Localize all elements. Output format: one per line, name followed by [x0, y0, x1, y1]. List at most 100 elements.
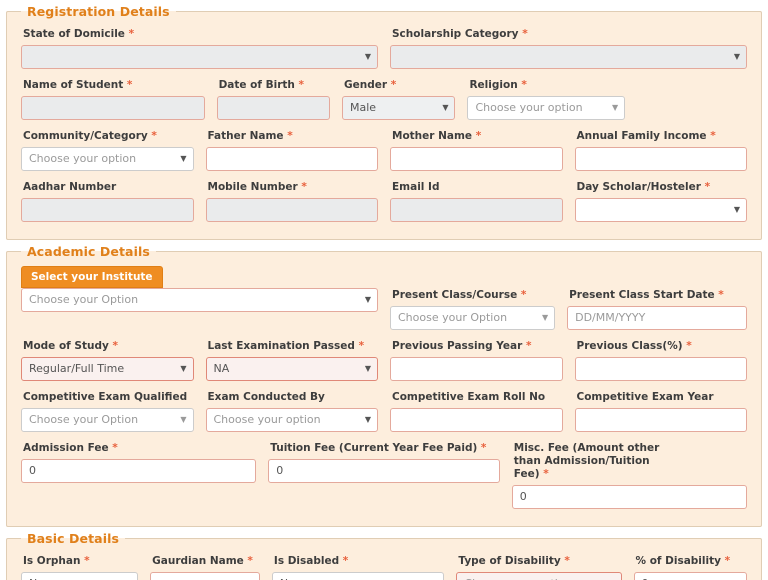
select-present-class-course[interactable]: Choose your Option: [390, 306, 556, 330]
select-present-class-course-wrapper: Choose your Option ▼: [390, 306, 556, 330]
select-gender[interactable]: Male: [342, 96, 456, 120]
registration-row-2: Name of Student * Date of Birth * Gender…: [15, 76, 753, 127]
input-competitive-exam-roll-no[interactable]: [390, 408, 563, 432]
input-percent-of-disability[interactable]: 0: [633, 572, 747, 580]
select-community-category[interactable]: Choose your option: [21, 147, 194, 171]
required-mark: *: [112, 340, 118, 352]
field-aadhar-number: Aadhar Number: [15, 178, 200, 222]
section-basic-details: Basic Details Is Orphan * No ▼ Gaurdian …: [6, 531, 762, 580]
required-mark: *: [358, 340, 365, 352]
select-mode-of-study[interactable]: Regular/Full Time: [21, 357, 194, 381]
required-mark: *: [564, 555, 570, 567]
label-mother-name: Mother Name *: [392, 130, 482, 142]
input-mobile-number[interactable]: [205, 198, 378, 222]
required-mark: *: [521, 79, 527, 91]
label-previous-passing-year: Previous Passing Year *: [392, 340, 532, 352]
input-previous-class-percent[interactable]: [574, 357, 747, 381]
select-is-orphan[interactable]: No: [21, 572, 139, 580]
field-exam-conducted-by: Exam Conducted By Choose your option ▼: [200, 388, 385, 432]
institute-button-wrapper: Select your Institute: [21, 265, 378, 288]
field-competitive-exam-qualified: Competitive Exam Qualified Choose your O…: [15, 388, 200, 432]
select-scholarship-category-wrapper: ▼: [390, 45, 747, 69]
select-type-of-disability[interactable]: Choose your option: [456, 572, 622, 580]
field-previous-passing-year: Previous Passing Year *: [384, 337, 569, 381]
select-type-of-disability-wrapper: Choose your option ▼: [456, 572, 622, 580]
required-mark: *: [522, 28, 528, 40]
input-father-name[interactable]: [205, 147, 378, 171]
field-competitive-exam-roll-no: Competitive Exam Roll No: [384, 388, 569, 432]
label-is-orphan: Is Orphan *: [23, 555, 90, 567]
select-competitive-exam-qualified[interactable]: Choose your Option: [21, 408, 194, 432]
select-state-of-domicile[interactable]: [21, 45, 378, 69]
select-your-institute-button[interactable]: Select your Institute: [21, 266, 163, 288]
academic-row-1: Select your Institute Choose your Option…: [15, 265, 753, 337]
field-last-examination-passed: Last Examination Passed * NA ▼: [200, 337, 385, 381]
select-institute[interactable]: Choose your Option: [21, 288, 378, 312]
input-admission-fee[interactable]: 0: [21, 459, 257, 483]
field-annual-family-income: Annual Family Income *: [569, 127, 754, 171]
select-day-scholar-hosteler-wrapper: ▼: [574, 198, 747, 222]
label-competitive-exam-roll-no: Competitive Exam Roll No: [392, 391, 546, 403]
label-religion: Religion *: [469, 79, 527, 91]
select-last-examination-passed[interactable]: NA: [205, 357, 378, 381]
label-previous-class-percent: Previous Class(%) *: [576, 340, 692, 352]
field-religion: Religion * Choose your option ▼: [461, 76, 631, 120]
select-is-disabled[interactable]: No: [271, 572, 445, 580]
field-competitive-exam-year: Competitive Exam Year: [569, 388, 754, 432]
label-state-of-domicile: State of Domicile *: [23, 28, 135, 40]
label-gaurdian-name: Gaurdian Name *: [152, 555, 253, 567]
label-admission-fee: Admission Fee *: [23, 442, 118, 454]
input-competitive-exam-year[interactable]: [574, 408, 747, 432]
input-tuition-fee[interactable]: 0: [268, 459, 500, 483]
field-scholarship-category: Scholarship Category * ▼: [384, 25, 753, 69]
select-exam-conducted-by[interactable]: Choose your option: [205, 408, 378, 432]
field-state-of-domicile: State of Domicile * ▼: [15, 25, 384, 69]
select-is-disabled-wrapper: No ▼: [271, 572, 445, 580]
label-mobile-number: Mobile Number *: [207, 181, 307, 193]
field-community-category: Community/Category * Choose your option …: [15, 127, 200, 171]
select-institute-wrapper: Choose your Option ▼: [21, 288, 378, 312]
field-father-name: Father Name *: [200, 127, 385, 171]
label-percent-of-disability: % of Disability *: [635, 555, 731, 567]
label-annual-family-income: Annual Family Income *: [576, 130, 716, 142]
required-mark: *: [126, 79, 133, 91]
field-misc-fee: Misc. Fee (Amount other than Admission/T…: [506, 439, 753, 509]
registration-row-3: Community/Category * Choose your option …: [15, 127, 753, 178]
select-day-scholar-hosteler[interactable]: [574, 198, 747, 222]
required-mark: *: [247, 555, 253, 567]
input-misc-fee[interactable]: 0: [511, 485, 747, 509]
institute-row-spacer: [567, 265, 747, 286]
registration-form-page: Registration Details State of Domicile *…: [0, 4, 768, 580]
academic-row-2: Mode of Study * Regular/Full Time ▼ Last…: [15, 337, 753, 388]
input-previous-passing-year[interactable]: [390, 357, 563, 381]
field-type-of-disability: Type of Disability * Choose your option …: [450, 552, 627, 580]
field-present-class-start-date: Present Class Start Date * DD/MM/YYYY: [561, 265, 753, 330]
required-mark: *: [151, 130, 157, 142]
select-competitive-exam-qualified-wrapper: Choose your Option ▼: [21, 408, 194, 432]
label-scholarship-category: Scholarship Category *: [392, 28, 528, 40]
input-email-id[interactable]: [390, 198, 563, 222]
registration-row-4: Aadhar Number Mobile Number * Email Id D…: [15, 178, 753, 229]
label-is-disabled: Is Disabled *: [273, 555, 349, 567]
input-aadhar-number[interactable]: [21, 198, 194, 222]
select-exam-conducted-by-wrapper: Choose your option ▼: [205, 408, 378, 432]
input-date-of-birth[interactable]: [216, 96, 331, 120]
label-misc-fee: Misc. Fee (Amount other than Admission/T…: [513, 442, 660, 480]
input-mother-name[interactable]: [390, 147, 563, 171]
field-admission-fee: Admission Fee * 0: [15, 439, 262, 509]
required-mark: *: [128, 28, 135, 40]
required-mark: *: [520, 289, 527, 301]
field-gender: Gender * Male ▼: [336, 76, 461, 120]
select-scholarship-category[interactable]: [390, 45, 747, 69]
input-gaurdian-name[interactable]: [150, 572, 260, 580]
input-annual-family-income[interactable]: [574, 147, 747, 171]
required-mark: *: [342, 555, 349, 567]
field-tuition-fee: Tuition Fee (Current Year Fee Paid) * 0: [262, 439, 506, 509]
input-present-class-start-date[interactable]: DD/MM/YYYY: [567, 306, 747, 330]
required-mark: *: [287, 130, 293, 142]
label-competitive-exam-qualified: Competitive Exam Qualified: [23, 391, 188, 403]
input-name-of-student[interactable]: [21, 96, 205, 120]
required-mark: *: [525, 340, 532, 352]
select-mode-of-study-wrapper: Regular/Full Time ▼: [21, 357, 194, 381]
select-religion[interactable]: Choose your option: [467, 96, 626, 120]
